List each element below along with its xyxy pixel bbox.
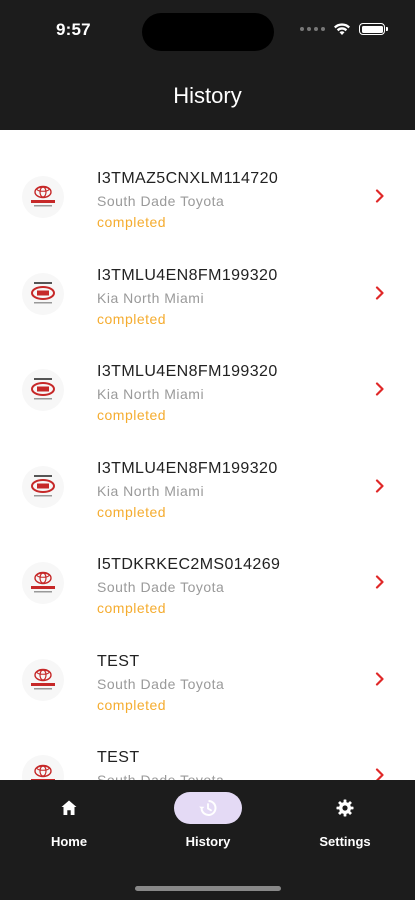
toyota-logo xyxy=(22,755,64,780)
status-bar: 9:57 xyxy=(0,0,415,62)
vin-text: I3TMLU4EN8FM199320 xyxy=(97,459,278,477)
page-title: History xyxy=(173,83,242,108)
wifi-icon xyxy=(334,23,350,35)
gear-icon xyxy=(311,792,379,824)
history-list-item[interactable]: I5TDKRKEC2MS014269 South Dade Toyota compl… xyxy=(0,542,415,639)
vin-text: I3TMLU4EN8FM199320 xyxy=(97,363,278,380)
dealer-name: South Dade Toyota xyxy=(97,579,225,595)
dealer-name: South Dade Toyota xyxy=(97,675,225,692)
dealer-name: South Dade Toyota xyxy=(97,193,225,209)
toyota-logo xyxy=(22,562,64,604)
vin-text: TEST xyxy=(97,652,140,670)
tab-history[interactable]: History xyxy=(153,792,263,849)
battery-icon xyxy=(359,23,388,35)
chevron-right-icon xyxy=(375,575,384,589)
history-list-container[interactable]: I3TMAZ5CNXLM114720 South Dade Toyota compl… xyxy=(0,130,415,780)
history-list: I3TMAZ5CNXLM114720 South Dade Toyota compl… xyxy=(0,130,415,780)
tab-home-label: Home xyxy=(50,834,88,849)
nav-header: History xyxy=(0,62,415,130)
dealer-name: Kia North Miami xyxy=(97,289,205,306)
dealer-name: Kia North Miami xyxy=(97,386,205,402)
vin-text: I3TMLU4EN8FM199320 xyxy=(97,266,278,284)
toyota-logo xyxy=(22,658,64,701)
chevron-right-icon xyxy=(375,478,384,493)
dynamic-island xyxy=(142,13,274,51)
vin-text: I3TMAZ5CNXLM114720 xyxy=(97,170,279,187)
dealer-name: Kia North Miami xyxy=(97,482,205,499)
vin-text: TEST xyxy=(97,749,140,766)
toyota-logo xyxy=(22,176,64,218)
history-list-item[interactable]: I3TMLU4EN8FM199320 Kia North Miami complet… xyxy=(0,253,415,350)
tab-settings-label: Settings xyxy=(319,834,371,849)
signal-dots-icon xyxy=(300,27,325,31)
chevron-right-icon xyxy=(375,285,384,300)
home-icon xyxy=(35,792,103,824)
status-text: completed xyxy=(97,600,167,616)
home-indicator xyxy=(135,886,281,891)
status-text: completed xyxy=(97,696,167,713)
status-text: completed xyxy=(97,503,167,520)
chevron-right-icon xyxy=(375,189,384,203)
dealer-name: South Dade Toyota xyxy=(97,772,225,780)
kia-logo xyxy=(22,465,64,508)
chevron-right-icon xyxy=(375,768,384,780)
status-text: completed xyxy=(97,407,167,423)
vin-text: I5TDKRKEC2MS014269 xyxy=(97,556,281,573)
tab-bar: Home History Settings xyxy=(0,780,415,900)
kia-logo xyxy=(22,369,64,411)
status-text: completed xyxy=(97,214,167,230)
history-list-item[interactable]: TEST South Dade Toyota xyxy=(0,735,415,780)
kia-logo xyxy=(22,272,64,315)
tab-history-label: History xyxy=(185,834,231,849)
history-list-item[interactable]: I3TMAZ5CNXLM114720 South Dade Toyota compl… xyxy=(0,156,415,253)
history-list-item[interactable]: I3TMLU4EN8FM199320 Kia North Miami complet… xyxy=(0,446,415,543)
history-icon xyxy=(174,792,242,824)
history-list-item[interactable]: TEST South Dade Toyota completed xyxy=(0,639,415,736)
tab-settings[interactable]: Settings xyxy=(290,792,400,849)
history-list-item[interactable]: I3TMLU4EN8FM199320 Kia North Miami complet… xyxy=(0,349,415,446)
chevron-right-icon xyxy=(375,671,384,686)
status-icons xyxy=(300,22,388,36)
tab-home[interactable]: Home xyxy=(14,792,124,849)
chevron-right-icon xyxy=(375,382,384,396)
status-text: completed xyxy=(97,310,167,327)
status-time: 9:57 xyxy=(56,20,91,39)
